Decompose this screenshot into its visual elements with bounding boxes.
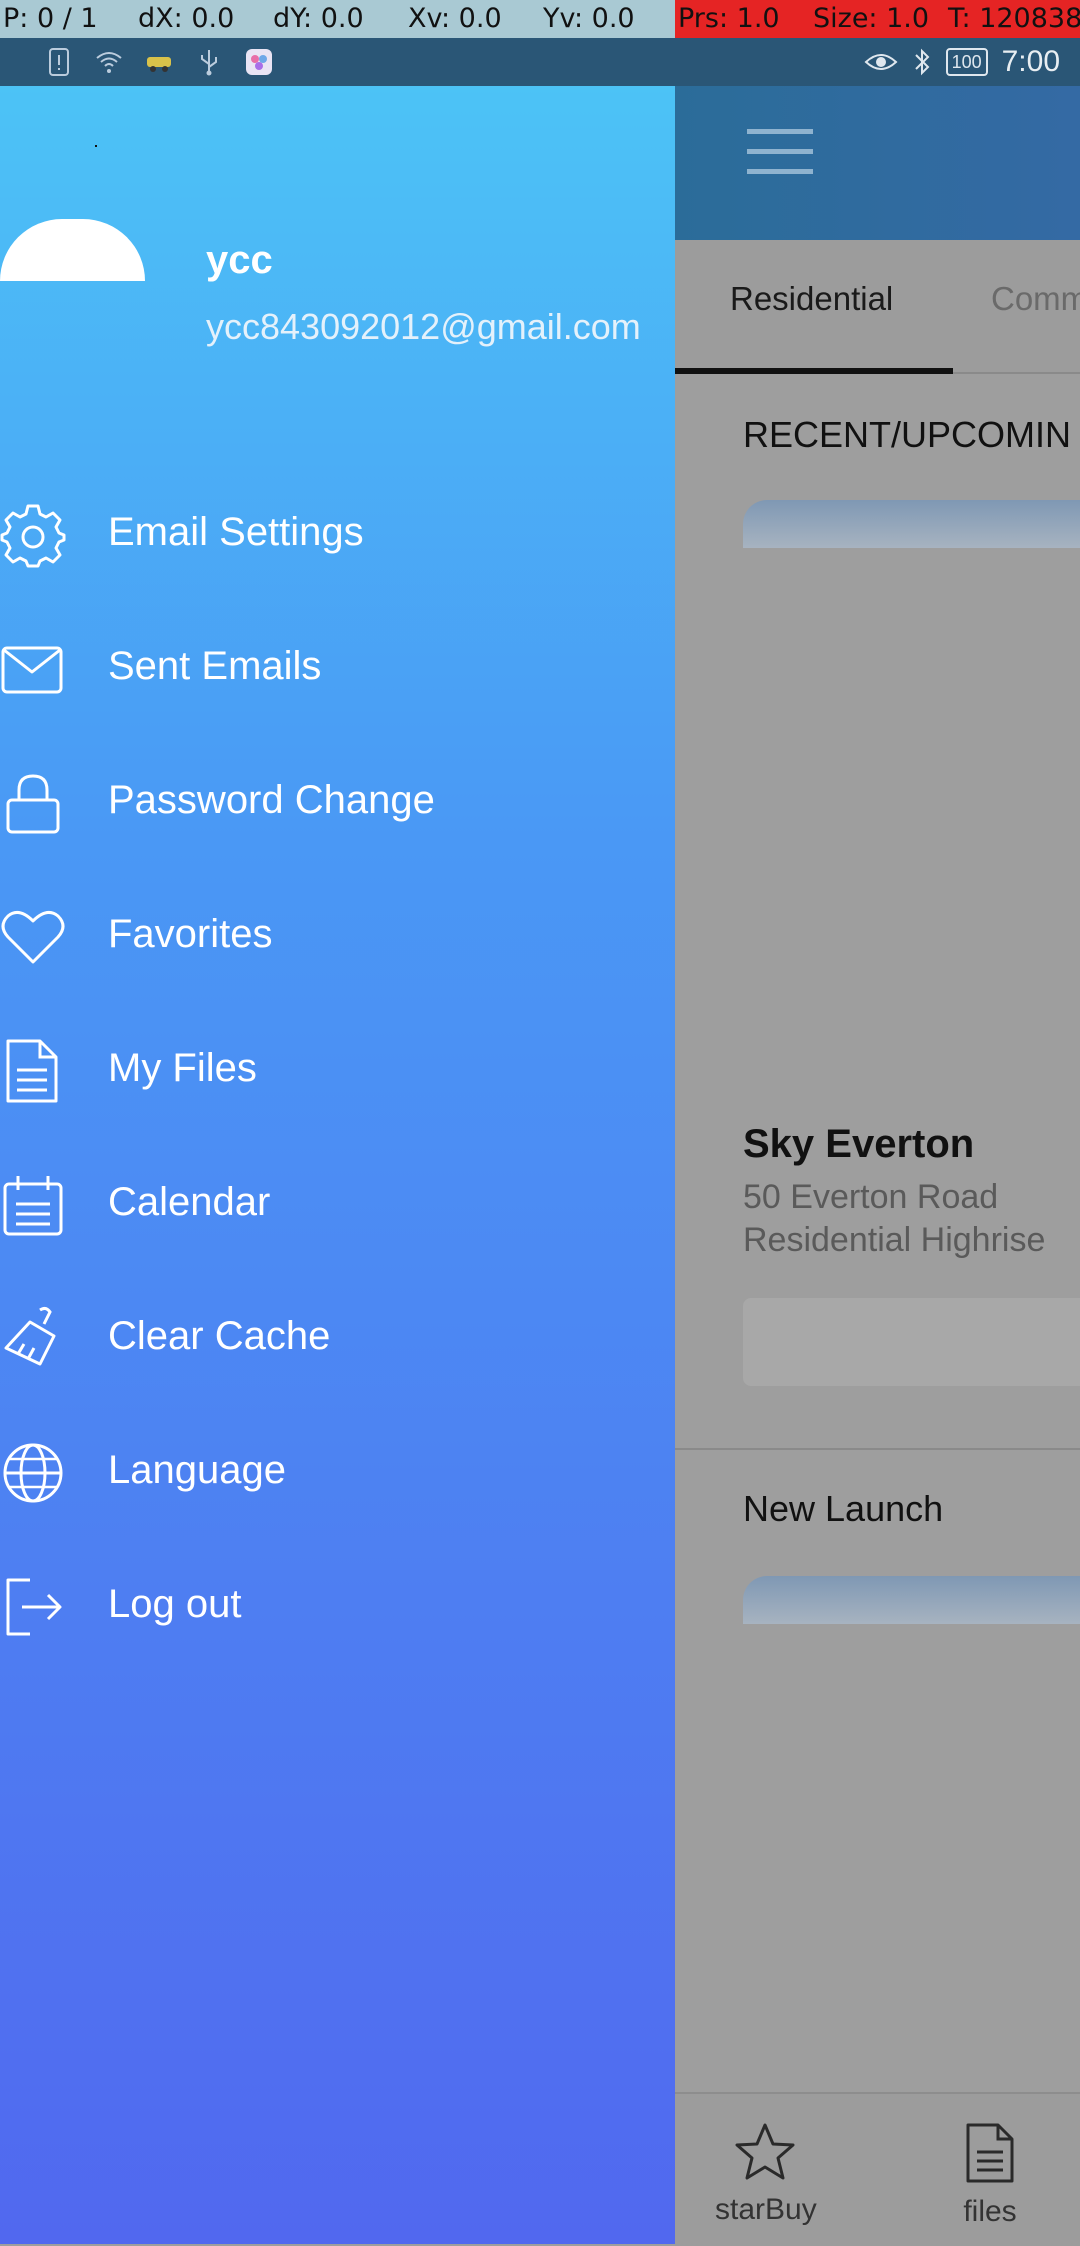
- app-header: [675, 86, 1080, 240]
- avatar[interactable]: [0, 219, 145, 281]
- star-icon: [733, 2122, 797, 2182]
- heart-icon: [0, 904, 66, 970]
- debug-dx: dX: 0.0: [138, 3, 235, 34]
- app-icon: [244, 47, 274, 77]
- envelope-icon: [0, 636, 66, 702]
- menu-label-calendar: Calendar: [108, 1180, 271, 1224]
- debug-prs: Prs: 1.0: [675, 0, 810, 38]
- hamburger-menu-icon[interactable]: [745, 121, 815, 181]
- vehicle-icon: [144, 47, 174, 77]
- nav-label-starbuy: starBuy: [715, 2193, 817, 2226]
- menu-label-clear-cache: Clear Cache: [108, 1314, 331, 1358]
- menu-label-password-change: Password Change: [108, 778, 435, 822]
- tab-residential[interactable]: Residential: [730, 280, 893, 318]
- lock-icon: [0, 770, 66, 836]
- menu-label-sent-emails: Sent Emails: [108, 644, 322, 688]
- alert-icon: [44, 47, 74, 77]
- document-icon: [962, 2122, 1018, 2184]
- property-name[interactable]: Sky Everton: [743, 1122, 974, 1167]
- clock: 7:00: [1001, 45, 1060, 78]
- debug-yv: Yv: 0.0: [543, 3, 635, 34]
- section-title-recent: RECENT/UPCOMIN: [743, 414, 1072, 455]
- usb-icon: [194, 47, 224, 77]
- debug-dy: dY: 0.0: [273, 3, 364, 34]
- menu-item-clear-cache[interactable]: Clear Cache: [0, 1286, 675, 1386]
- menu-item-favorites[interactable]: Favorites: [0, 884, 675, 984]
- debug-pointer: P: 0 / 1: [3, 3, 98, 34]
- menu-label-language: Language: [108, 1448, 286, 1492]
- property-action-button[interactable]: [743, 1298, 1080, 1386]
- calendar-icon: [0, 1172, 66, 1238]
- battery-indicator: 100: [945, 48, 988, 76]
- debug-time: T: 120838: [945, 0, 1080, 38]
- logout-icon: [0, 1574, 66, 1640]
- property-address: 50 Everton Road: [743, 1178, 999, 1216]
- menu-item-password-change[interactable]: Password Change: [0, 750, 675, 850]
- user-email: ycc843092012@gmail.com: [206, 306, 641, 347]
- menu-item-email-settings[interactable]: Email Settings: [0, 482, 675, 582]
- pointer-debug-bar: P: 0 / 1 dX: 0.0 dY: 0.0 Xv: 0.0 Yv: 0.0…: [0, 0, 1080, 38]
- menu-item-calendar[interactable]: Calendar: [0, 1152, 675, 1252]
- menu-label-log-out: Log out: [108, 1582, 242, 1626]
- debug-xv: Xv: 0.0: [408, 3, 502, 34]
- eye-icon: [864, 50, 898, 74]
- background-app: Residential Comm RECENT/UPCOMIN Sky Ever…: [675, 86, 1080, 2246]
- globe-icon: [0, 1440, 66, 1506]
- new-launch-image[interactable]: [743, 1576, 1080, 1624]
- navigation-drawer: ycc ycc843092012@gmail.com Email Setting…: [0, 86, 675, 2244]
- bluetooth-icon: [912, 47, 932, 77]
- section-title-new-launch: New Launch: [743, 1488, 944, 1529]
- property-type: Residential Highrise: [743, 1221, 1046, 1259]
- section-divider: [675, 1448, 1080, 1450]
- file-icon: [0, 1038, 66, 1104]
- wifi-icon: [94, 47, 124, 77]
- menu-item-sent-emails[interactable]: Sent Emails: [0, 616, 675, 716]
- decorative-dot: [95, 145, 97, 147]
- nav-label-files: files: [963, 2195, 1017, 2228]
- debug-size: Size: 1.0: [810, 0, 945, 38]
- menu-label-favorites: Favorites: [108, 912, 273, 956]
- menu-item-language[interactable]: Language: [0, 1420, 675, 1520]
- menu-item-log-out[interactable]: Log out: [0, 1554, 675, 1654]
- menu-label-email-settings: Email Settings: [108, 510, 364, 554]
- active-tab-indicator: [675, 368, 953, 374]
- nav-item-starbuy[interactable]: starBuy: [715, 2122, 817, 2227]
- property-image[interactable]: [743, 500, 1080, 548]
- tab-commercial[interactable]: Comm: [991, 280, 1080, 318]
- menu-item-my-files[interactable]: My Files: [0, 1018, 675, 1118]
- category-tabs: Residential Comm: [675, 240, 1080, 374]
- broom-icon: [0, 1306, 66, 1372]
- user-name: ycc: [206, 238, 273, 282]
- bottom-navigation: starBuy files: [675, 2092, 1080, 2246]
- menu-label-my-files: My Files: [108, 1046, 257, 1090]
- status-bar: 100 7:00: [0, 38, 1080, 86]
- gear-icon: [0, 502, 66, 568]
- nav-item-files[interactable]: files: [950, 2122, 1030, 2229]
